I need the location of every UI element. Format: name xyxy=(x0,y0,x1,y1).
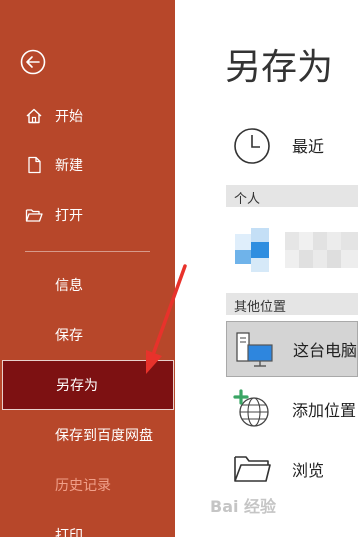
location-label: 浏览 xyxy=(292,461,325,480)
sidebar-item-label: 打印 xyxy=(55,528,83,544)
location-browse[interactable]: 浏览 xyxy=(175,447,358,491)
sidebar-item-label: 信息 xyxy=(55,278,83,294)
location-this-pc[interactable]: 这台电脑 xyxy=(226,321,358,377)
sidebar-item-label: 历史记录 xyxy=(55,478,111,494)
location-recent[interactable]: 最近 xyxy=(175,123,358,167)
sidebar-item-save-to-baidu[interactable]: 保存到百度网盘 xyxy=(0,417,175,453)
computer-icon xyxy=(236,332,273,367)
location-label: 最近 xyxy=(292,137,325,156)
onedrive-account-blurred[interactable] xyxy=(235,228,358,274)
sidebar-item-label: 新建 xyxy=(55,158,83,174)
location-label: 这台电脑 xyxy=(293,341,358,360)
sidebar-item-history: 历史记录 xyxy=(0,467,175,503)
sidebar-item-label: 保存 xyxy=(55,328,83,344)
open-folder-icon xyxy=(25,209,43,222)
location-add-place[interactable]: 添加位置 xyxy=(175,387,358,431)
baidu-watermark: Bai 经验 xyxy=(210,497,277,516)
folder-icon xyxy=(234,456,271,482)
section-header-label: 其他位置 xyxy=(234,300,287,315)
sidebar-item-new[interactable]: 新建 xyxy=(0,147,175,183)
back-arrow-icon xyxy=(20,49,46,75)
location-label: 添加位置 xyxy=(292,401,357,420)
page-title: 另存为 xyxy=(225,47,334,88)
sidebar-item-label: 保存到百度网盘 xyxy=(55,428,153,444)
sidebar-item-label: 打开 xyxy=(55,208,83,224)
section-header-other-locations: 其他位置 xyxy=(226,293,358,315)
sidebar-item-label: 开始 xyxy=(55,109,83,125)
sidebar-item-open[interactable]: 打开 xyxy=(0,197,175,233)
sidebar-item-save[interactable]: 保存 xyxy=(0,317,175,353)
backstage-sidebar: 开始 新建 打开 信息 保存 另存为 保存到百度网盘 历史记录 打印 xyxy=(0,0,175,544)
sidebar-item-home[interactable]: 开始 xyxy=(0,98,175,134)
clock-icon xyxy=(234,128,270,164)
new-doc-icon xyxy=(28,156,41,174)
globe-add-icon xyxy=(233,389,269,427)
save-as-panel: 另存为 最近 个人 其他位置 这台电脑 添加位置 浏览 xyxy=(175,0,358,537)
section-header-personal: 个人 xyxy=(226,185,358,207)
sidebar-item-info[interactable]: 信息 xyxy=(0,267,175,303)
sidebar-item-save-as[interactable]: 另存为 xyxy=(2,360,174,410)
sidebar-item-label: 另存为 xyxy=(56,378,98,394)
back-button[interactable] xyxy=(20,49,46,75)
section-header-label: 个人 xyxy=(234,192,261,207)
sidebar-item-print[interactable]: 打印 xyxy=(0,517,175,553)
sidebar-divider xyxy=(25,251,150,252)
home-icon xyxy=(26,108,42,124)
